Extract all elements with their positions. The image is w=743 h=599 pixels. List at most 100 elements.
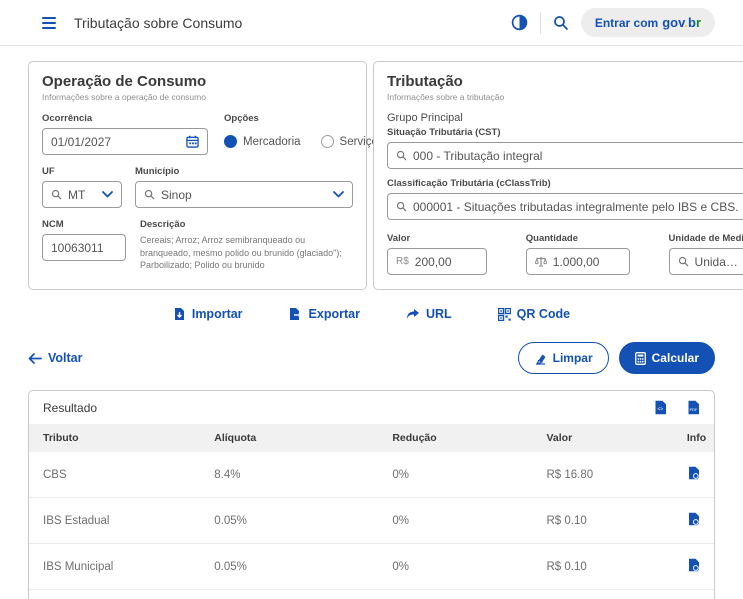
cell-reducao: 0% (378, 452, 532, 498)
municipio-value: Sinop (161, 188, 327, 202)
unidade-select[interactable]: Unidade (669, 248, 743, 275)
calendar-icon[interactable] (186, 135, 199, 148)
cell-tributo: IBS Estadual (29, 498, 200, 544)
chevron-down-icon (102, 191, 113, 198)
quantidade-label: Quantidade (526, 233, 630, 244)
svg-text:PDF: PDF (690, 407, 699, 412)
tributacao-card: Tributação Informações sobre a tributaçã… (373, 61, 743, 290)
uf-select[interactable]: MT (42, 181, 122, 208)
export-icon (289, 307, 303, 321)
file-search-icon[interactable] (688, 466, 700, 480)
magnifier-icon (144, 189, 155, 200)
file-pdf-icon[interactable]: PDF (687, 400, 700, 415)
radio-mercadoria[interactable]: Mercadoria (224, 135, 301, 148)
tributacao-subtitle: Informações sobre a tributação (387, 92, 743, 102)
cell-tributo: IBS Municipal (29, 544, 200, 590)
descricao-text: Cereais; Arroz; Arroz semibranqueado ou … (140, 234, 353, 272)
cell-info: - (673, 590, 714, 599)
cst-value: 000 - Tributação integral (413, 149, 739, 163)
radio-selected-icon (224, 135, 237, 148)
table-header-row: Tributo Alíquota Redução Valor Info (29, 424, 714, 452)
valor-label: Valor (387, 233, 487, 244)
file-search-icon[interactable] (688, 558, 700, 572)
contrast-icon[interactable] (511, 14, 528, 31)
file-search-icon[interactable] (688, 512, 700, 526)
menu-icon[interactable] (42, 17, 56, 29)
page-title: Tributação sobre Consumo (74, 15, 242, 31)
cclasstrib-label: Classificação Tributária (cClassTrib) (387, 178, 743, 189)
ncm-field[interactable] (42, 234, 126, 261)
cell-aliquota: - (200, 590, 378, 599)
login-label: Entrar com (595, 16, 658, 30)
exportar-button[interactable]: Exportar (289, 307, 360, 321)
calcular-label: Calcular (652, 351, 699, 365)
col-aliquota: Alíquota (200, 424, 378, 452)
valor-input[interactable] (415, 255, 478, 269)
qrcode-button[interactable]: QR Code (498, 307, 570, 321)
svg-text:<>: <> (657, 407, 663, 413)
magnifier-icon (396, 150, 407, 161)
table-row: CBS 8.4% 0% R$ 16.80 (29, 452, 714, 498)
uf-value: MT (68, 188, 96, 202)
unidade-value: Unidade (695, 255, 739, 269)
magnifier-icon (678, 256, 689, 267)
ocorrencia-field[interactable] (42, 128, 208, 155)
col-reducao: Redução (378, 424, 532, 452)
currency-prefix: R$ (396, 256, 409, 267)
file-code-icon[interactable]: <> (654, 400, 667, 415)
login-govbr-button[interactable]: Entrar com gov.br (581, 8, 715, 37)
operacao-title: Operação de Consumo (42, 73, 353, 90)
calculator-icon (635, 352, 646, 365)
cell-reducao: - (378, 590, 532, 599)
cell-valor: R$ 0.10 (532, 498, 672, 544)
importar-button[interactable]: Importar (173, 307, 243, 321)
import-icon (173, 307, 186, 321)
qrcode-label: QR Code (517, 307, 570, 321)
col-info: Info (673, 424, 714, 452)
resultado-table: Tributo Alíquota Redução Valor Info CBS … (29, 424, 714, 599)
url-label: URL (426, 307, 452, 321)
cell-aliquota: 0.05% (200, 498, 378, 544)
limpar-label: Limpar (553, 351, 593, 365)
cell-tributo: Total (29, 590, 200, 599)
app-header: Tributação sobre Consumo Entrar com gov.… (0, 0, 743, 46)
opcoes-radio-group: Mercadoria Serviço (224, 128, 378, 155)
ncm-input[interactable] (51, 241, 117, 255)
cell-valor: R$ 16.80 (532, 452, 672, 498)
radio-servico[interactable]: Serviço (321, 135, 378, 148)
cell-reducao: 0% (378, 498, 532, 544)
header-divider (540, 12, 541, 34)
quantidade-field[interactable] (526, 248, 630, 275)
exportar-label: Exportar (309, 307, 360, 321)
unidade-label: Unidade de Medida (669, 233, 743, 244)
radio-unselected-icon (321, 135, 334, 148)
cclasstrib-select[interactable]: 000001 - Situações tributadas integralme… (387, 193, 743, 220)
cell-valor: R$ 0.10 (532, 544, 672, 590)
ocorrencia-input[interactable] (51, 135, 180, 149)
resultado-title: Resultado (43, 401, 97, 415)
cell-tributo: CBS (29, 452, 200, 498)
cst-label: Situação Tributária (CST) (387, 127, 743, 138)
cclasstrib-value: 000001 - Situações tributadas integralme… (413, 200, 739, 214)
search-icon[interactable] (553, 15, 569, 31)
table-row: IBS Municipal 0.05% 0% R$ 0.10 (29, 544, 714, 590)
url-share-icon (406, 308, 420, 320)
radio-mercadoria-label: Mercadoria (243, 136, 301, 148)
operacao-card: Operação de Consumo Informações sobre a … (28, 61, 367, 290)
operacao-subtitle: Informações sobre a operação de consumo (42, 92, 353, 102)
url-button[interactable]: URL (406, 307, 452, 321)
calcular-button[interactable]: Calcular (619, 342, 715, 374)
chevron-down-icon (333, 191, 344, 198)
municipio-select[interactable]: Sinop (135, 181, 353, 208)
quantidade-input[interactable] (553, 255, 621, 269)
uf-label: UF (42, 166, 122, 177)
col-tributo: Tributo (29, 424, 200, 452)
cst-select[interactable]: 000 - Tributação integral (387, 142, 743, 169)
ocorrencia-label: Ocorrência (42, 113, 208, 124)
tributacao-title: Tributação (387, 73, 743, 90)
valor-field[interactable]: R$ (387, 248, 487, 275)
limpar-button[interactable]: Limpar (518, 342, 609, 374)
voltar-link[interactable]: Voltar (28, 351, 83, 365)
municipio-label: Município (135, 166, 353, 177)
govbr-logo: gov.br (662, 15, 701, 30)
